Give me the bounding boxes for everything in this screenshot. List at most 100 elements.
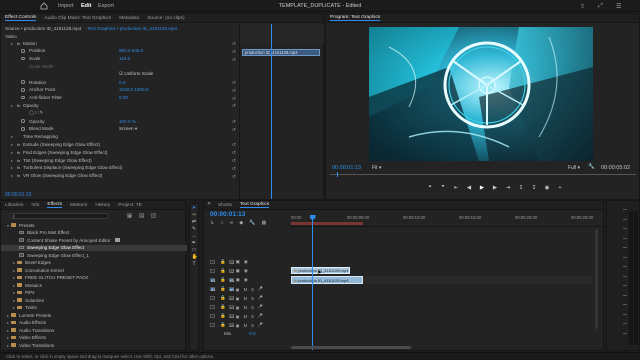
sync-icon[interactable]: ▣ [236, 287, 240, 292]
go-to-out-icon[interactable]: ⇥ [504, 185, 512, 191]
effect-property-value[interactable]: 100.0 % [119, 119, 136, 124]
reset-parameter-icon[interactable]: ↺ [232, 158, 236, 164]
mute-button[interactable]: M [244, 287, 248, 292]
reset-parameter-icon[interactable]: ↺ [232, 150, 236, 156]
effect-property-value[interactable]: 0.0 [119, 80, 125, 85]
mute-button[interactable]: M [244, 296, 248, 301]
reset-parameter-icon[interactable]: ↺ [232, 96, 236, 102]
mix-track-header[interactable]: Mix 0.0 [204, 330, 290, 336]
effects-preset-item[interactable]: Content Shake Preset by Annoyed Editor [1, 237, 187, 243]
solo-button[interactable]: S [251, 314, 254, 319]
play-icon[interactable]: ▶ [478, 185, 486, 191]
video-track-header[interactable]: 🔒 V3 ▣ ◉ [204, 258, 290, 266]
effects-folder-item[interactable]: ▸ Audio Effects [1, 320, 187, 326]
fit-dropdown[interactable]: Fit ▾ [372, 165, 381, 171]
effects-preset-item[interactable]: Sweeping Edge Glow Effect [1, 244, 187, 251]
lock-icon[interactable]: 🔒 [220, 295, 226, 301]
track-label[interactable]: A2 [228, 295, 234, 301]
audio-track-header[interactable]: 🔒 A4 ▣ M S 🎤 [204, 312, 290, 320]
tab-audio-clip-mixer[interactable]: Audio Clip Mixer: Text Graphics [44, 16, 111, 21]
audio-track-header[interactable]: 🔒 A2 ▣ M S 🎤 [204, 294, 290, 302]
effect-property-row[interactable]: ◯ □ ✎ [1, 110, 241, 116]
eye-icon[interactable]: ◉ [244, 268, 248, 274]
tab-info[interactable]: Info [31, 203, 39, 208]
lock-icon[interactable]: 🔒 [220, 277, 226, 283]
ec-mini-clip[interactable]: production ID_4161128.mp4 [242, 49, 320, 56]
linked-selection-icon[interactable]: ∞ [230, 220, 234, 226]
effects-preset-item[interactable]: Black Pro Mist Effect [1, 230, 187, 236]
reset-parameter-icon[interactable]: ↺ [232, 119, 236, 125]
tab-metadata[interactable]: Metadata [119, 16, 139, 21]
wrench-icon[interactable]: 🔧 [249, 220, 255, 226]
video-track-header[interactable]: V1 🔒 V1 ▣ ◉ [204, 276, 290, 284]
expand-chevron-icon[interactable]: ▸ [11, 150, 13, 155]
hand-tool-icon[interactable]: ✋ [192, 255, 198, 260]
tab-effect-controls[interactable]: Effect Controls [5, 15, 37, 21]
track-target-toggle[interactable] [210, 295, 215, 301]
tab-sequence-text-graphics[interactable]: Text Graphics [239, 202, 270, 208]
effect-property-row[interactable]: ▸ Time Remapping [1, 134, 241, 140]
reset-parameter-icon[interactable]: ↺ [232, 142, 236, 148]
chevron-right-icon[interactable]: ▸ [13, 268, 15, 273]
sync-icon[interactable]: ▣ [236, 277, 240, 283]
stopwatch-icon[interactable] [21, 80, 25, 84]
eye-icon[interactable]: ◉ [244, 277, 248, 283]
effect-property-row[interactable]: ☑ Uniform Scale [1, 71, 241, 77]
reset-parameter-icon[interactable]: ↺ [232, 41, 236, 47]
program-timecode[interactable]: 00:00:01:13 [332, 165, 361, 171]
tab-history[interactable]: History [95, 203, 110, 208]
mute-button[interactable]: M [244, 314, 248, 319]
expand-chevron-icon[interactable]: ▸ [11, 142, 13, 147]
effects-folder-item[interactable]: ▸ Audio Transitions [1, 327, 187, 333]
effect-property-row[interactable]: Blend Mode Screen ▾ [1, 126, 241, 132]
lock-icon[interactable]: 🔒 [220, 259, 226, 265]
fx-badge-icon[interactable]: fx [17, 173, 20, 178]
effect-property-value[interactable]: 0.00 [119, 95, 128, 100]
type-tool-icon[interactable]: T [192, 262, 197, 267]
ec-clip-label[interactable]: Text Graphics • production ID_4161128.mp… [87, 26, 177, 31]
tab-effects[interactable]: Effects [47, 202, 62, 208]
go-to-in-icon[interactable]: ⇤ [452, 185, 460, 191]
lift-icon[interactable]: ↥ [517, 185, 525, 191]
reset-parameter-icon[interactable]: ↺ [232, 127, 236, 133]
reset-parameter-icon[interactable]: ↺ [232, 57, 236, 63]
mix-value[interactable]: 0.0 [249, 331, 255, 336]
reset-parameter-icon[interactable]: ↺ [232, 166, 236, 172]
effect-property-row[interactable]: Opacity 100.0 % [1, 118, 241, 124]
step-forward-icon[interactable]: ▶ [491, 185, 499, 191]
chevron-right-icon[interactable]: ▸ [13, 290, 15, 295]
tab-source[interactable]: Source: (no clips) [147, 16, 184, 21]
program-settings-icon[interactable]: 🔧 [588, 164, 595, 170]
sync-icon[interactable]: ▣ [236, 259, 240, 265]
track-select-tool-icon[interactable]: ⇒ [192, 213, 197, 218]
effect-property-row[interactable]: ▸ fx Extrude (Sweeping Edge Glow Effect) [1, 141, 241, 147]
yuv-filter-icon[interactable]: Y [151, 213, 156, 218]
reset-parameter-icon[interactable]: ↺ [232, 88, 236, 94]
ec-source-label[interactable]: Source • production ID_4161128.mp4 [5, 26, 81, 31]
stopwatch-icon[interactable] [21, 49, 25, 53]
quality-dropdown[interactable]: Full ▾ [568, 165, 580, 171]
timeline-h-scrollbar[interactable] [291, 346, 411, 349]
chevron-right-icon[interactable]: ▸ [7, 320, 9, 325]
fullscreen-icon[interactable]: ⤢ [598, 3, 603, 10]
clip-v1[interactable]: fx production ID_4161128.mp4 [291, 276, 363, 284]
fx-badge-icon[interactable]: fx [17, 41, 20, 46]
mic-icon[interactable]: 🎤 [258, 286, 263, 292]
reset-parameter-icon[interactable]: ↺ [232, 80, 236, 86]
effect-property-row[interactable]: ▸ fx Find Edges (Sweeping Edge Glow Effect… [1, 149, 241, 155]
effects-folder-item[interactable]: ▸ Video Effects [1, 335, 187, 341]
chevron-right-icon[interactable]: ▸ [13, 260, 15, 265]
tab-program[interactable]: Program: Text Graphics [330, 15, 381, 21]
work-area-bar[interactable] [291, 222, 363, 225]
effect-property-row[interactable]: ▸ fx Turbulent Displace (Sweeping Edge Glo… [1, 165, 241, 171]
tab-project[interactable]: Project: TE [118, 203, 142, 208]
track-label[interactable]: A3 [228, 304, 234, 310]
extract-icon[interactable]: ↧ [530, 185, 538, 191]
chevron-right-icon[interactable]: ▸ [7, 313, 9, 318]
chevron-right-icon[interactable]: ▸ [13, 283, 15, 288]
mute-button[interactable]: M [244, 305, 248, 310]
ec-timecode[interactable]: 00:00:01:13 [5, 192, 31, 198]
solo-button[interactable]: S [251, 305, 254, 310]
solo-button[interactable]: S [251, 287, 254, 292]
chevron-right-icon[interactable]: ▸ [13, 305, 15, 310]
